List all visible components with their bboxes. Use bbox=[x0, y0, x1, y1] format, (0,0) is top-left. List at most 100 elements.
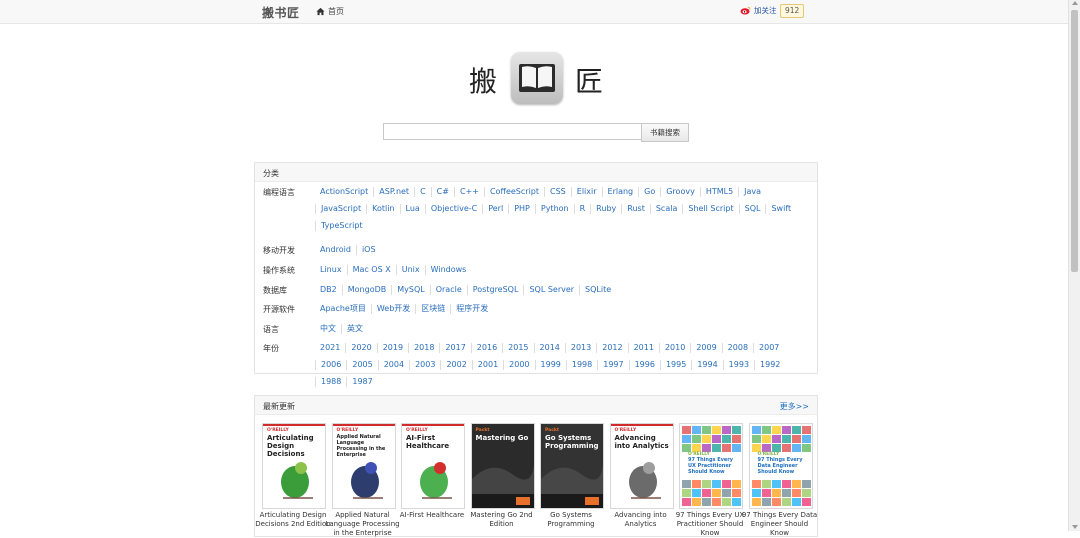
category-link[interactable]: R bbox=[573, 204, 591, 214]
book-title[interactable]: Applied Natural Language Processing in t… bbox=[325, 511, 401, 538]
book-title[interactable]: Articulating Design Decisions 2nd Editio… bbox=[255, 511, 331, 529]
category-link[interactable]: CSS bbox=[544, 187, 571, 197]
category-link[interactable]: 2009 bbox=[690, 343, 721, 353]
category-link[interactable]: 2006 bbox=[315, 360, 346, 370]
category-link[interactable]: ActionScript bbox=[315, 187, 373, 197]
category-link[interactable]: C++ bbox=[453, 187, 484, 197]
category-link[interactable]: Swift bbox=[765, 204, 796, 214]
category-link[interactable]: Python bbox=[534, 204, 574, 214]
category-link[interactable]: 英文 bbox=[341, 324, 368, 334]
category-link[interactable]: Elixir bbox=[570, 187, 602, 197]
category-link[interactable]: 1998 bbox=[565, 360, 597, 370]
book-search-input[interactable] bbox=[383, 123, 649, 140]
category-link[interactable]: Scala bbox=[649, 204, 683, 214]
book-cover-image[interactable]: O'REILLY 97 Things Every Data Engineer Sh… bbox=[748, 423, 813, 509]
category-link[interactable]: 区块链 bbox=[415, 304, 450, 314]
book-cover-image[interactable]: O'REILLY Applied Natural Language Process… bbox=[331, 423, 396, 509]
category-link[interactable]: 1987 bbox=[346, 377, 377, 387]
category-link[interactable]: Unix bbox=[395, 265, 425, 275]
category-link[interactable]: Go bbox=[638, 187, 660, 197]
category-link[interactable]: 2000 bbox=[503, 360, 534, 370]
category-link[interactable]: 1994 bbox=[691, 360, 722, 370]
category-link[interactable]: 中文 bbox=[315, 324, 341, 334]
category-link[interactable]: 1988 bbox=[315, 377, 346, 387]
category-link[interactable]: Ruby bbox=[590, 204, 621, 214]
category-link[interactable]: PHP bbox=[508, 204, 535, 214]
category-link[interactable]: 2016 bbox=[470, 343, 502, 353]
book-cover-image[interactable]: O'REILLY AI-First Healthcare bbox=[401, 423, 465, 509]
category-link[interactable]: Erlang bbox=[601, 187, 639, 197]
category-link[interactable]: MongoDB bbox=[341, 285, 392, 295]
book-title[interactable]: 97 Things Every UX Practitioner Should K… bbox=[672, 511, 748, 538]
category-link[interactable]: 2014 bbox=[533, 343, 565, 353]
category-link[interactable]: MySQL bbox=[391, 285, 429, 295]
category-link[interactable]: Windows bbox=[424, 265, 472, 275]
book-title[interactable]: 97 Things Every Data Engineer Should Kno… bbox=[742, 511, 818, 538]
category-link[interactable]: Kotlin bbox=[366, 204, 399, 214]
category-link[interactable]: 1996 bbox=[628, 360, 660, 370]
category-link[interactable]: Java bbox=[738, 187, 766, 197]
category-link[interactable]: 2018 bbox=[408, 343, 439, 353]
category-link[interactable]: 程序开发 bbox=[450, 304, 493, 314]
category-link[interactable]: 1997 bbox=[597, 360, 628, 370]
category-link[interactable]: 2005 bbox=[346, 360, 377, 370]
category-link[interactable]: ASP.net bbox=[373, 187, 414, 197]
book-search-button[interactable]: 书籍搜索 bbox=[641, 123, 689, 142]
category-link[interactable]: 2007 bbox=[753, 343, 784, 353]
category-link[interactable]: Lua bbox=[399, 204, 425, 214]
category-link[interactable]: Android bbox=[315, 245, 356, 255]
book-cover-image[interactable]: O'REILLY Articulating Design Decisions bbox=[262, 423, 326, 509]
category-link[interactable]: 2011 bbox=[627, 343, 659, 353]
category-link[interactable]: 2004 bbox=[377, 360, 409, 370]
book-title[interactable]: AI-First Healthcare bbox=[394, 511, 470, 520]
category-link[interactable]: DB2 bbox=[315, 285, 342, 295]
weibo-follow-button[interactable]: 加关注 bbox=[740, 4, 777, 17]
scroll-up-arrow-icon[interactable] bbox=[1072, 1, 1078, 5]
category-link[interactable]: Mac OS X bbox=[346, 265, 396, 275]
category-link[interactable]: 1995 bbox=[659, 360, 691, 370]
vertical-scrollbar[interactable] bbox=[1068, 0, 1080, 531]
category-link[interactable]: 2008 bbox=[721, 343, 753, 353]
category-link[interactable]: Rust bbox=[621, 204, 650, 214]
category-link[interactable]: TypeScript bbox=[315, 221, 368, 231]
category-link[interactable]: iOS bbox=[355, 245, 381, 255]
book-cover-image[interactable]: O'REILLY 97 Things Every UX Practitioner … bbox=[679, 423, 743, 509]
home-link[interactable]: 首页 bbox=[316, 6, 344, 17]
category-link[interactable]: 1993 bbox=[722, 360, 754, 370]
category-link[interactable]: 2015 bbox=[502, 343, 533, 353]
category-link[interactable]: 2012 bbox=[596, 343, 627, 353]
category-link[interactable]: Linux bbox=[315, 265, 347, 275]
category-link[interactable]: 2020 bbox=[345, 343, 376, 353]
more-link[interactable]: 更多>> bbox=[780, 401, 809, 412]
category-link[interactable]: SQL bbox=[738, 204, 766, 214]
category-link[interactable]: 2003 bbox=[409, 360, 440, 370]
category-link[interactable]: 2019 bbox=[376, 343, 408, 353]
category-link[interactable]: Groovy bbox=[660, 187, 700, 197]
category-link[interactable]: 2001 bbox=[471, 360, 503, 370]
category-link[interactable]: SQLite bbox=[579, 285, 616, 295]
category-link[interactable]: Shell Script bbox=[682, 204, 738, 214]
category-link[interactable]: 2002 bbox=[440, 360, 471, 370]
category-link[interactable]: C# bbox=[430, 187, 454, 197]
category-link[interactable]: Apache项目 bbox=[315, 304, 371, 314]
category-link[interactable]: 2017 bbox=[439, 343, 470, 353]
book-title[interactable]: Go Systems Programming bbox=[533, 511, 609, 529]
category-link[interactable]: 2010 bbox=[658, 343, 690, 353]
category-link[interactable]: JavaScript bbox=[315, 204, 366, 214]
book-title[interactable]: Mastering Go 2nd Edition bbox=[464, 511, 540, 529]
category-link[interactable]: 2021 bbox=[315, 343, 345, 353]
category-link[interactable]: CoffeeScript bbox=[483, 187, 544, 197]
book-title[interactable]: Advancing into Analytics bbox=[603, 511, 679, 529]
book-cover-image[interactable]: Packt Go Systems Programming bbox=[540, 423, 604, 509]
category-link[interactable]: Web开发 bbox=[370, 304, 415, 314]
book-cover-image[interactable]: O'REILLY Advancing into Analytics bbox=[609, 423, 674, 509]
scrollbar-thumb[interactable] bbox=[1071, 10, 1078, 272]
category-link[interactable]: Perl bbox=[482, 204, 508, 214]
category-link[interactable]: HTML5 bbox=[699, 187, 738, 197]
book-cover-image[interactable]: Packt Mastering Go bbox=[470, 423, 535, 509]
category-link[interactable]: Objective-C bbox=[424, 204, 482, 214]
category-link[interactable]: SQL Server bbox=[523, 285, 579, 295]
category-link[interactable]: 1999 bbox=[534, 360, 566, 370]
brand-logo-text[interactable]: 搬书匠 bbox=[262, 4, 300, 21]
category-link[interactable]: Oracle bbox=[429, 285, 467, 295]
